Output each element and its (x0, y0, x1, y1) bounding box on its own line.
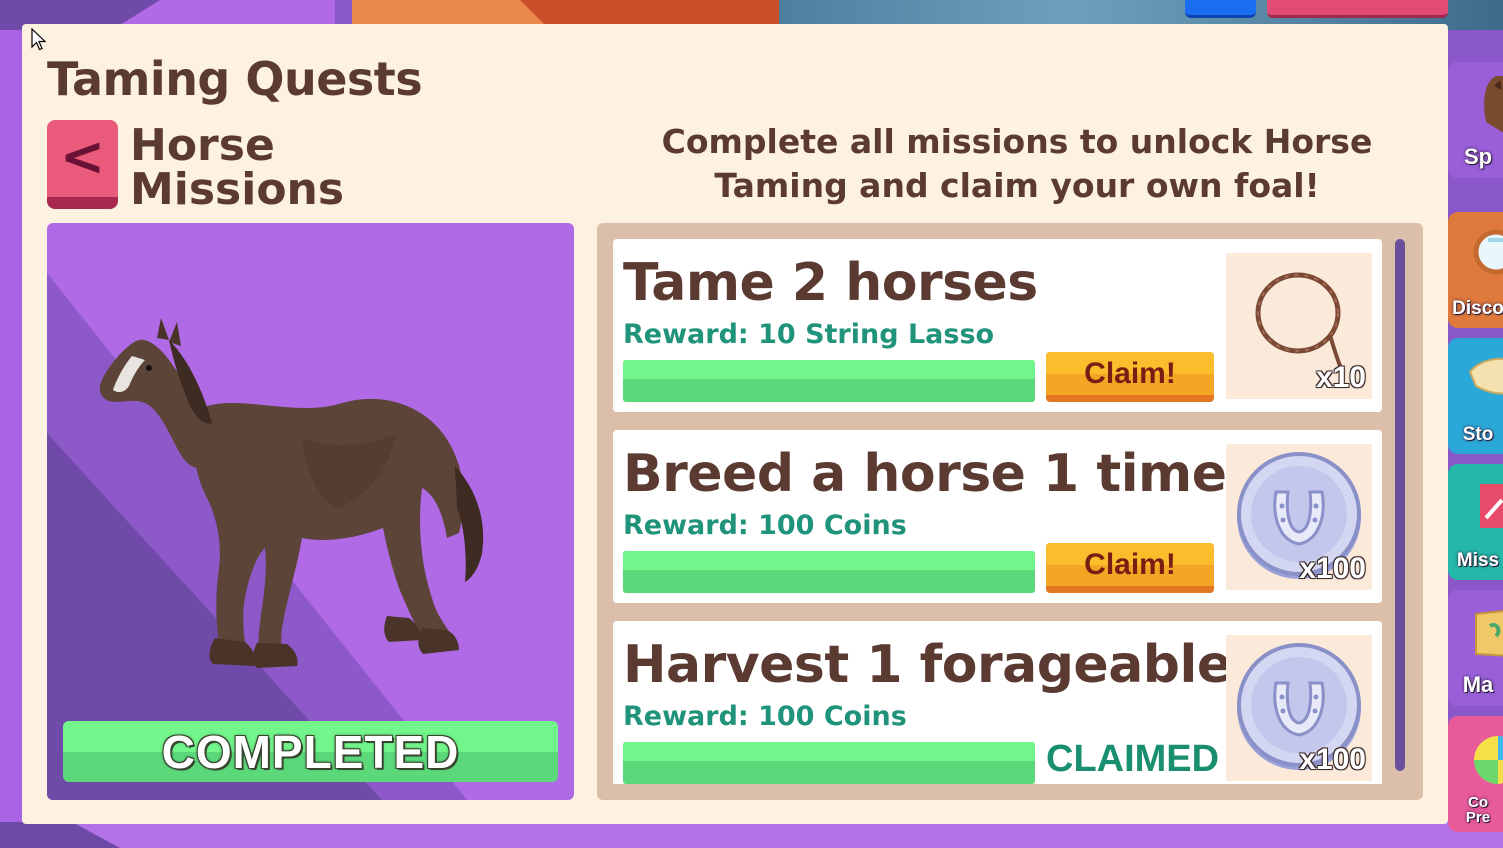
progress-fill (623, 551, 1035, 593)
side-menu-item-sp[interactable]: Sp (1448, 62, 1503, 178)
page-title: Taming Quests (47, 52, 423, 106)
background-shape (0, 30, 22, 830)
missions-scrollbar[interactable] (1395, 239, 1405, 771)
side-menu-label: Co Pre (1465, 793, 1491, 827)
claimed-label: CLAIMED (1046, 738, 1220, 780)
reward-quantity: x10 (1315, 361, 1366, 394)
instructions-text: Complete all missions to unlock Horse Ta… (661, 122, 1373, 205)
mouse-cursor-icon (31, 28, 47, 51)
mission-progress-bar (623, 742, 1035, 784)
missions-list-frame: Tame 2 horses Reward: 10 String Lasso Cl… (597, 223, 1423, 800)
side-menu-label: Ma (1462, 672, 1494, 697)
taming-quests-panel: Taming Quests < Horse Missions Complete … (22, 24, 1448, 824)
claim-button[interactable]: Claim! (1046, 543, 1214, 593)
horse-image (99, 318, 484, 668)
top-hud-blue-button[interactable] (1185, 0, 1256, 18)
reward-quantity: x100 (1299, 743, 1366, 776)
completed-status-bar: COMPLETED (63, 721, 558, 782)
mission-title: Harvest 1 forageables (623, 635, 1263, 695)
section-title: Horse Missions (130, 120, 345, 215)
progress-fill (623, 742, 1035, 784)
mission-card: Harvest 1 forageables Reward: 100 Coins … (613, 621, 1382, 784)
mission-progress-bar (623, 551, 1035, 593)
completed-label: COMPLETED (161, 725, 460, 778)
reward-item-box: x10 (1226, 253, 1372, 399)
mission-reward: Reward: 10 String Lasso (623, 319, 995, 350)
side-menu-item-missions[interactable]: Miss (1448, 464, 1503, 580)
mission-card: Tame 2 horses Reward: 10 String Lasso Cl… (613, 239, 1382, 412)
side-menu-label: Sto (1462, 424, 1494, 445)
side-menu-item-store[interactable]: Sto (1448, 338, 1503, 454)
background-shape (520, 0, 779, 26)
side-menu: Sp Disco Sto Miss Ma Co Pre (1448, 62, 1503, 832)
claim-button-label: Claim! (1084, 547, 1176, 581)
horse-preview-card: COMPLETED (47, 223, 574, 800)
top-hud-red-button[interactable] (1267, 0, 1448, 18)
mission-title: Breed a horse 1 times (623, 444, 1257, 504)
mission-progress-bar (623, 360, 1035, 402)
beach-ball-icon (1474, 736, 1503, 784)
mission-title: Tame 2 horses (623, 253, 1038, 313)
side-menu-label: Disco (1452, 298, 1503, 319)
progress-fill (623, 360, 1035, 402)
magnifier-icon (1473, 229, 1503, 275)
side-menu-item-code-presents[interactable]: Co Pre (1448, 716, 1503, 832)
side-menu-label: Miss (1456, 550, 1500, 571)
background-shape (0, 822, 1503, 848)
reward-item-box: x100 (1226, 635, 1372, 781)
claim-button[interactable]: Claim! (1046, 352, 1214, 402)
side-menu-item-map[interactable]: Ma (1448, 590, 1503, 706)
back-arrow-icon: < (59, 124, 106, 188)
back-button[interactable]: < (47, 120, 118, 209)
horse-head-icon (1484, 76, 1503, 132)
claim-button-label: Claim! (1084, 356, 1176, 390)
reward-item-box: x100 (1226, 444, 1372, 590)
mission-reward: Reward: 100 Coins (623, 510, 907, 541)
wing-icon (1468, 357, 1503, 395)
missions-list: Tame 2 horses Reward: 10 String Lasso Cl… (613, 239, 1382, 784)
reward-quantity: x100 (1299, 552, 1366, 585)
side-menu-item-discover[interactable]: Disco (1448, 212, 1503, 328)
scroll-icon (1480, 484, 1503, 528)
mission-card: Breed a horse 1 times Reward: 100 Coins … (613, 430, 1382, 603)
mission-reward: Reward: 100 Coins (623, 701, 907, 732)
map-icon (1475, 609, 1503, 657)
